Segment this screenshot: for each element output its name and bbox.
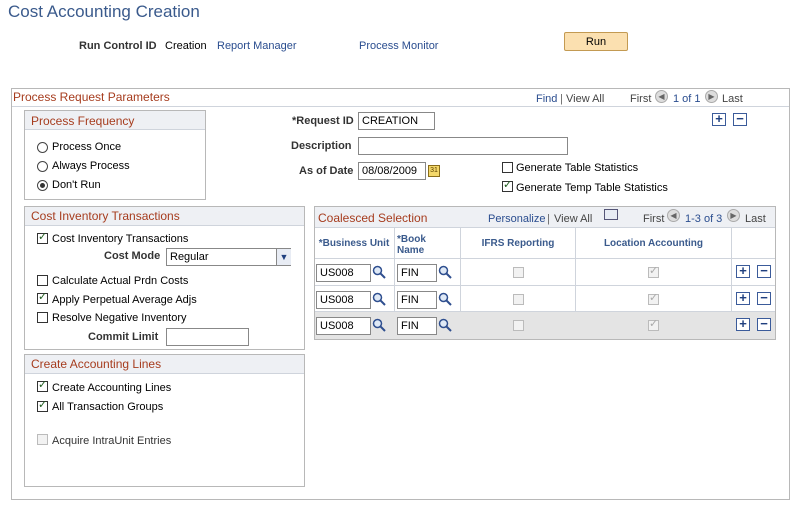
- accounting-lines-title: Create Accounting Lines: [31, 357, 162, 371]
- cost-inventory-transactions-label: Cost Inventory Transactions: [52, 233, 189, 245]
- params-last[interactable]: Last: [722, 93, 743, 105]
- acquire-intraunit-label: Acquire IntraUnit Entries: [52, 435, 172, 447]
- minus-icon[interactable]: −: [733, 112, 747, 126]
- cost-mode-select[interactable]: Regular: [166, 248, 291, 266]
- radio-always-process[interactable]: [37, 161, 48, 172]
- location-checkbox-row2[interactable]: [648, 291, 659, 305]
- col-business-unit: *Business Unit: [318, 238, 390, 249]
- col-location-accounting: Location Accounting: [603, 238, 704, 249]
- commit-limit-label: Commit Limit: [88, 331, 159, 343]
- description-label: Description: [291, 140, 352, 152]
- commit-limit-input[interactable]: [166, 328, 249, 346]
- radio-process-once[interactable]: [37, 142, 48, 153]
- coalesced-sep: |: [547, 213, 550, 225]
- run-control-label: Run Control ID: [79, 40, 157, 52]
- acquire-intraunit-checkbox[interactable]: [37, 434, 48, 445]
- personalize-link[interactable]: Personalize: [488, 213, 545, 225]
- location-checkbox-row1[interactable]: [648, 264, 659, 278]
- lookup-book-row3-icon[interactable]: [438, 318, 452, 332]
- coalesced-count: 1-3 of 3: [685, 213, 723, 225]
- cost-inventory-transactions-checkbox[interactable]: [37, 230, 48, 244]
- as-of-date-label: As of Date: [299, 165, 354, 177]
- chevron-down-icon[interactable]: ▼: [276, 249, 291, 265]
- lookup-book-row2-icon[interactable]: [438, 292, 452, 306]
- label-always-process: Always Process: [52, 160, 130, 172]
- params-title: Process Request Parameters: [13, 90, 170, 104]
- lookup-bu-row2-icon[interactable]: [372, 292, 386, 306]
- cost-mode-value: Regular: [170, 251, 209, 263]
- plus-row1-icon[interactable]: +: [736, 264, 750, 278]
- resolve-negative-label: Resolve Negative Inventory: [52, 312, 187, 324]
- calc-actual-label: Calculate Actual Prdn Costs: [52, 275, 189, 287]
- params-divider: [12, 106, 789, 107]
- all-groups-checkbox[interactable]: [37, 398, 48, 412]
- params-count: 1 of 1: [673, 93, 701, 105]
- find-link[interactable]: Find: [536, 93, 557, 105]
- generate-table-stats-checkbox[interactable]: [502, 162, 513, 173]
- col-book-line1: *Book: [397, 234, 426, 245]
- coalesced-last[interactable]: Last: [745, 213, 766, 225]
- calc-actual-checkbox[interactable]: [37, 275, 48, 286]
- params-next-icon[interactable]: ▶: [705, 90, 718, 103]
- all-groups-label: All Transaction Groups: [52, 401, 164, 413]
- ifrs-checkbox-row2[interactable]: [513, 294, 524, 305]
- coalesced-title: Coalesced Selection: [318, 211, 428, 225]
- bu-input-row2[interactable]: US008: [316, 291, 371, 309]
- apply-perpetual-checkbox[interactable]: [37, 290, 48, 304]
- params-first[interactable]: First: [630, 93, 651, 105]
- report-manager-link[interactable]: Report Manager: [217, 40, 297, 52]
- frequency-title: Process Frequency: [31, 114, 135, 128]
- request-id-input[interactable]: CREATION: [358, 112, 435, 130]
- calendar-icon[interactable]: 31: [428, 165, 440, 177]
- coalesced-prev-icon[interactable]: ◀: [667, 209, 680, 222]
- minus-row2-icon[interactable]: −: [757, 291, 771, 305]
- label-dont-run: Don't Run: [52, 179, 101, 191]
- bu-input-row1[interactable]: US008: [316, 264, 371, 282]
- ifrs-checkbox-row3[interactable]: [513, 320, 524, 331]
- cost-inventory-title: Cost Inventory Transactions: [31, 209, 180, 223]
- location-checkbox-row3[interactable]: [648, 317, 659, 331]
- coalesced-first[interactable]: First: [643, 213, 664, 225]
- run-control-value: Creation: [165, 40, 207, 52]
- process-monitor-link[interactable]: Process Monitor: [359, 40, 438, 52]
- bu-input-row3[interactable]: US008: [316, 317, 371, 335]
- col-ifrs: IFRS Reporting: [481, 238, 555, 249]
- cost-mode-label: Cost Mode: [104, 250, 161, 262]
- grid-line-h1: [315, 258, 775, 259]
- coalesced-next-icon[interactable]: ▶: [727, 209, 740, 222]
- plus-row3-icon[interactable]: +: [736, 317, 750, 331]
- generate-table-stats-label: Generate Table Statistics: [516, 162, 639, 174]
- params-view-all[interactable]: View All: [566, 93, 604, 105]
- col-book-line2: Name: [397, 245, 425, 256]
- as-of-date-input[interactable]: 08/08/2009: [358, 162, 426, 180]
- lookup-book-row1-icon[interactable]: [438, 265, 452, 279]
- request-id-label: *Request ID: [292, 115, 354, 127]
- radio-dont-run[interactable]: [37, 180, 48, 191]
- plus-icon[interactable]: +: [712, 112, 726, 126]
- create-lines-label: Create Accounting Lines: [52, 382, 172, 394]
- lookup-bu-row1-icon[interactable]: [372, 265, 386, 279]
- page-title: Cost Accounting Creation: [8, 2, 200, 21]
- generate-temp-stats-label: Generate Temp Table Statistics: [516, 182, 668, 194]
- minus-row3-icon[interactable]: −: [757, 317, 771, 331]
- create-lines-checkbox[interactable]: [37, 378, 48, 392]
- resolve-negative-checkbox[interactable]: [37, 312, 48, 323]
- run-button[interactable]: Run: [564, 32, 628, 51]
- params-prev-icon[interactable]: ◀: [655, 90, 668, 103]
- ifrs-checkbox-row1[interactable]: [513, 267, 524, 278]
- label-process-once: Process Once: [52, 141, 122, 153]
- description-input[interactable]: [358, 137, 568, 155]
- lookup-bu-row3-icon[interactable]: [372, 318, 386, 332]
- book-input-row3[interactable]: FIN: [397, 317, 437, 335]
- params-sep: |: [560, 93, 563, 105]
- new-window-icon[interactable]: [604, 209, 618, 220]
- grid-line-h2: [315, 285, 775, 286]
- minus-row1-icon[interactable]: −: [757, 264, 771, 278]
- plus-row2-icon[interactable]: +: [736, 291, 750, 305]
- book-input-row1[interactable]: FIN: [397, 264, 437, 282]
- generate-temp-stats-checkbox[interactable]: [502, 178, 513, 192]
- book-input-row2[interactable]: FIN: [397, 291, 437, 309]
- coalesced-view-all[interactable]: View All: [554, 213, 592, 225]
- apply-perpetual-label: Apply Perpetual Average Adjs: [52, 294, 197, 306]
